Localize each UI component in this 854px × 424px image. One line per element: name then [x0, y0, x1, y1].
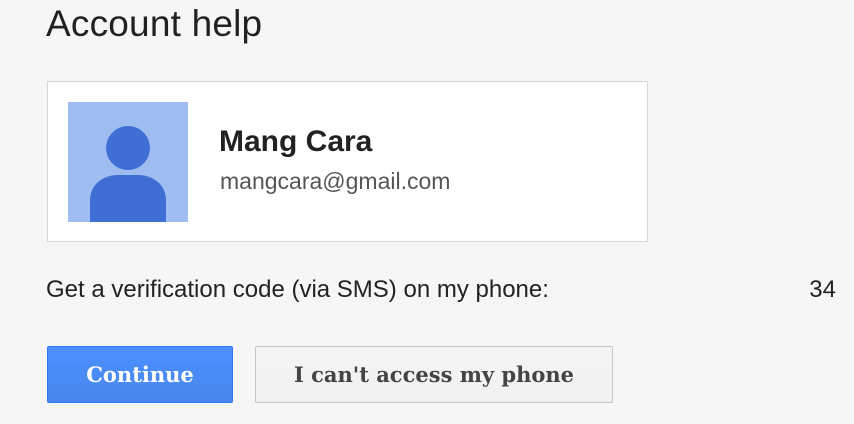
- account-name: Mang Cara: [219, 125, 373, 158]
- page-title: Account help: [46, 3, 263, 44]
- avatar: [68, 102, 188, 222]
- account-email: mangcara@gmail.com: [220, 168, 451, 194]
- cant-access-phone-button[interactable]: I can't access my phone: [255, 346, 613, 403]
- account-card: Mang Cara mangcara@gmail.com: [47, 81, 648, 242]
- phone-number-suffix: 34: [809, 276, 836, 303]
- person-silhouette-icon: [68, 102, 188, 222]
- verification-row: Get a verification code (via SMS) on my …: [46, 274, 836, 306]
- continue-button[interactable]: Continue: [47, 346, 233, 403]
- verification-prompt: Get a verification code (via SMS) on my …: [46, 276, 549, 303]
